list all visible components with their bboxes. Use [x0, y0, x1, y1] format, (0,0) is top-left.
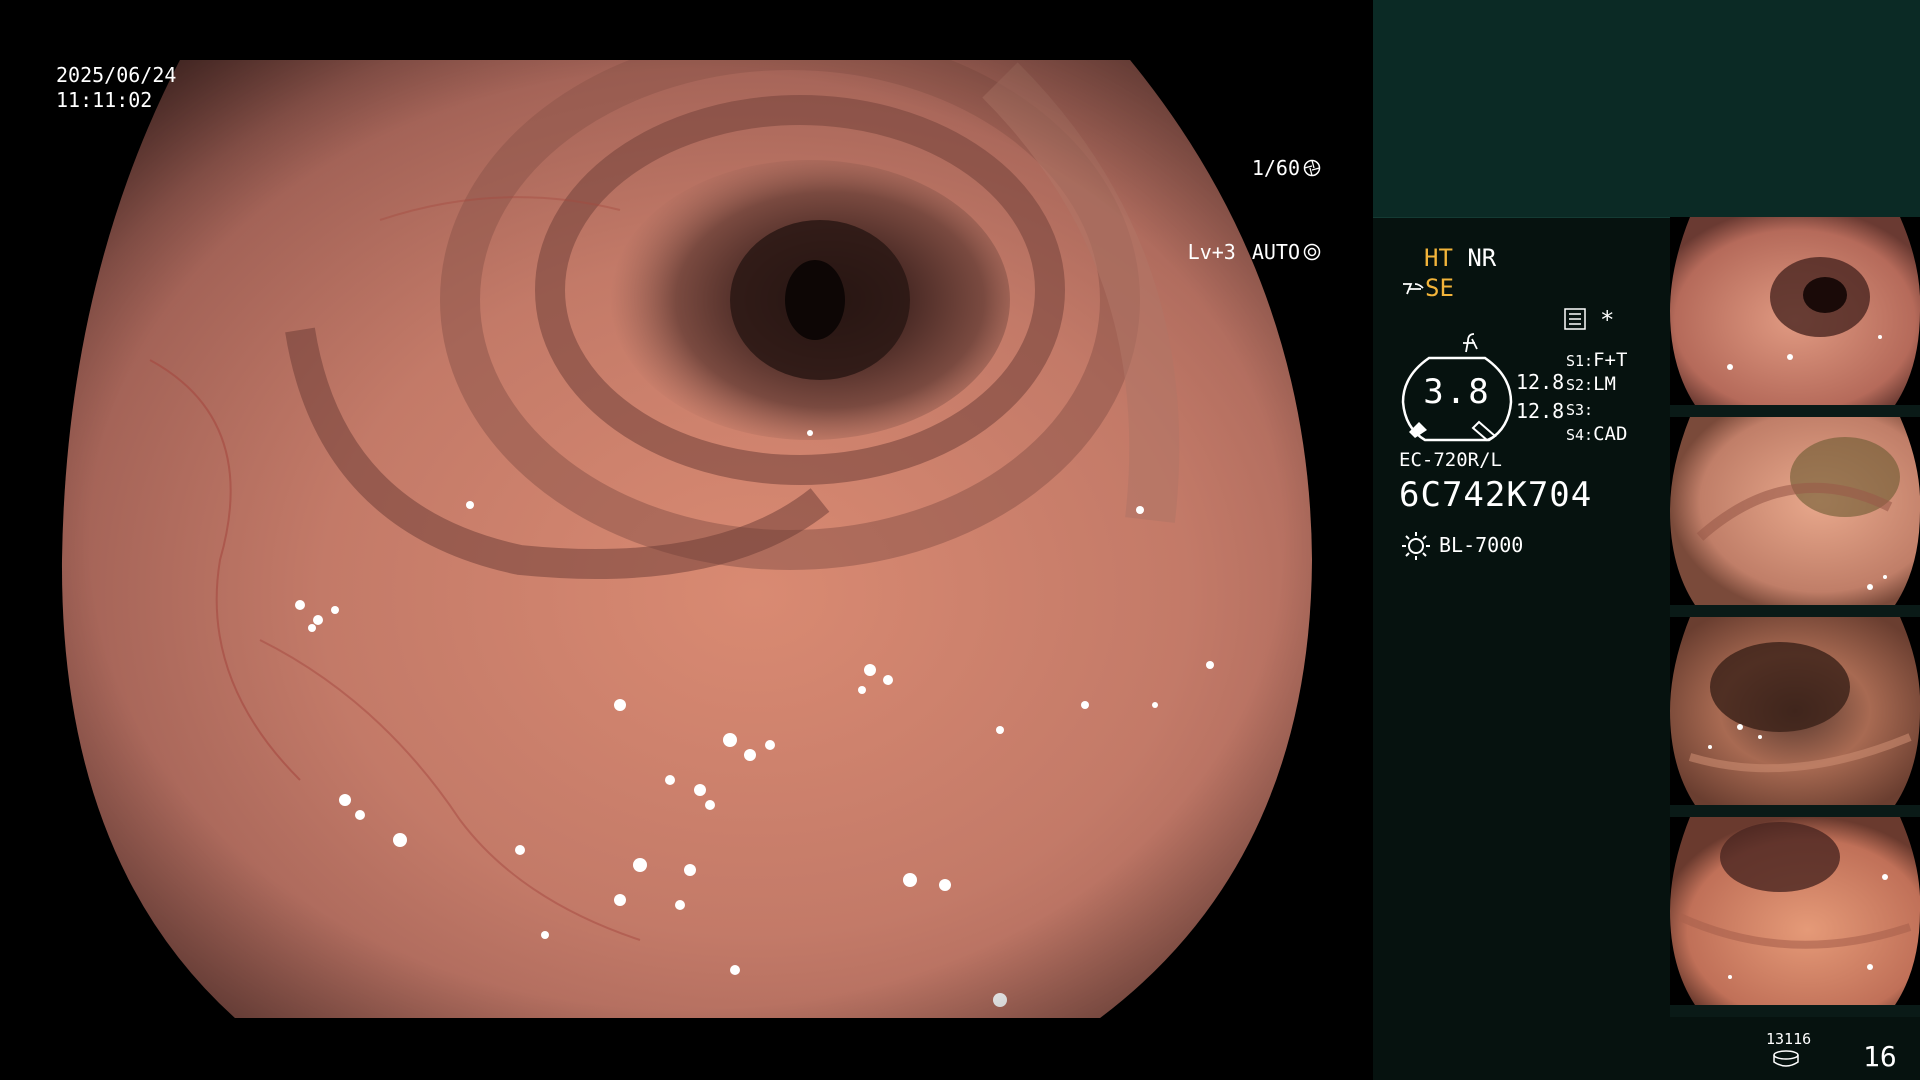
switch-4-label: S4:	[1566, 426, 1594, 444]
light-source-icon	[1402, 532, 1430, 560]
mode-text: AUTO	[1251, 240, 1300, 264]
shutter-row: 1/60	[1188, 154, 1321, 182]
se-row: SE	[1401, 274, 1454, 302]
thumbnail-image	[1670, 617, 1920, 805]
thumbnail-footer	[1670, 405, 1920, 417]
setting-value-b: 12.8	[1516, 399, 1565, 423]
ht-nr-row: HT NR	[1424, 244, 1496, 272]
thumbnail-footer	[1670, 805, 1920, 817]
exposure-overlay: 1/60 Lv+3 AUTO	[1188, 98, 1321, 322]
switch-1-label: S1:	[1566, 352, 1594, 370]
scope-model: EC-720R/L	[1399, 449, 1502, 471]
storage-counter: 13116	[1766, 1030, 1812, 1048]
switch-1-value: F+T	[1593, 349, 1628, 371]
shutter-text: 1/60	[1251, 156, 1300, 180]
switch-2-label: S2:	[1566, 376, 1594, 394]
side-panel-header	[1373, 0, 1920, 218]
datetime-overlay: 2025/06/24 11:11:02	[56, 63, 176, 113]
level-text: Lv+3	[1187, 240, 1236, 264]
setting-value-a: 12.8	[1516, 370, 1565, 394]
status-side-panel: HT NR SE * 3.8 12.8 12.8 S1:F+T S2:LM S3…	[1373, 0, 1920, 1080]
structure-enhance-icon	[1403, 283, 1424, 295]
scope-serial: 6C742K704	[1399, 475, 1593, 515]
switch-4-value: CAD	[1593, 423, 1628, 445]
storage-disk-icon	[1773, 1050, 1799, 1067]
switch-3-row: S3:	[1566, 398, 1593, 420]
shutter-icon	[1303, 159, 1321, 177]
date-text: 2025/06/24	[56, 63, 177, 87]
endoscope-image	[61, 60, 1312, 1018]
time-text: 11:11:02	[56, 88, 153, 112]
switch-1-row: S1:F+T	[1566, 349, 1627, 371]
captured-thumbnails	[1670, 217, 1920, 1017]
light-source-model: BL-7000	[1439, 533, 1524, 557]
switch-2-value: LM	[1593, 373, 1616, 395]
nr-label: NR	[1467, 244, 1497, 272]
thumbnail-image	[1670, 817, 1920, 1005]
thumbnail-2[interactable]	[1670, 417, 1920, 617]
settings-list-icon	[1564, 308, 1586, 330]
se-label: SE	[1425, 274, 1454, 302]
thumbnail-1[interactable]	[1670, 217, 1920, 417]
thumbnail-footer	[1670, 605, 1920, 617]
level-row: Lv+3 AUTO	[1188, 238, 1321, 266]
switch-4-row: S4:CAD	[1566, 423, 1627, 445]
endoscope-main-view: 2025/06/24 11:11:02 1/60 Lv+3 AUTO	[0, 0, 1373, 1080]
thumbnail-image	[1670, 417, 1920, 605]
star-indicator: *	[1600, 306, 1615, 334]
thumbnail-image	[1670, 217, 1920, 405]
thumbnail-3[interactable]	[1670, 617, 1920, 817]
switch-3-label: S3:	[1566, 401, 1594, 419]
thumbnail-footer	[1670, 1005, 1920, 1017]
switch-2-row: S2:LM	[1566, 373, 1616, 395]
ht-label: HT	[1424, 244, 1453, 272]
gauge-value: 3.8	[1423, 372, 1491, 412]
frame-count: 16	[1863, 1040, 1897, 1073]
iris-icon	[1303, 243, 1321, 261]
thumbnail-4[interactable]	[1670, 817, 1920, 1017]
